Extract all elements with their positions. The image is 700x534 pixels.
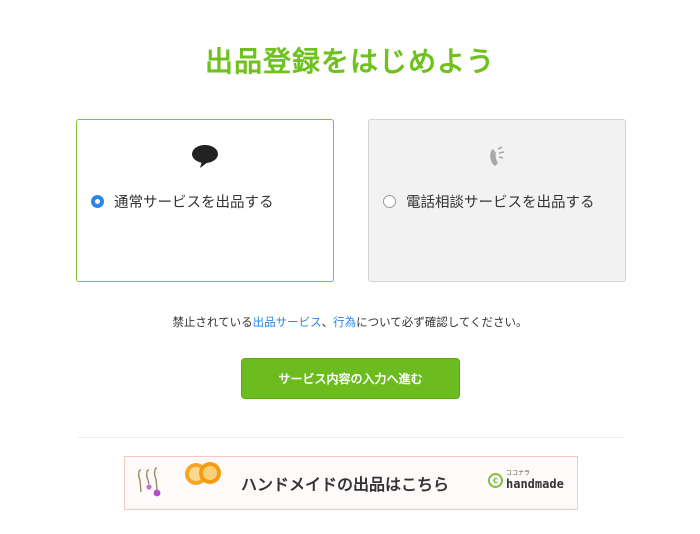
normal-service-radio[interactable] xyxy=(91,195,104,208)
coconala-logo-mark: c xyxy=(488,473,503,488)
phone-icon xyxy=(369,144,625,170)
phone-service-option[interactable]: 電話相談サービスを出品する xyxy=(368,119,626,282)
phone-service-radio[interactable] xyxy=(383,195,396,208)
page-title: 出品登録をはじめよう xyxy=(204,45,495,78)
speech-bubble-icon xyxy=(77,144,333,170)
logo-word: handmade xyxy=(506,477,564,491)
notice-prefix: 禁止されている xyxy=(172,315,253,329)
proceed-button[interactable]: サービス内容の入力へ進む xyxy=(241,358,460,399)
notice-separator: 、 xyxy=(321,315,334,329)
phone-service-label: 電話相談サービスを出品する xyxy=(406,195,595,211)
prohibited-services-link[interactable]: 出品サービス xyxy=(253,315,322,329)
divider xyxy=(78,437,624,438)
orange-icon xyxy=(183,460,223,488)
normal-service-label: 通常サービスを出品する xyxy=(114,195,274,211)
prohibited-acts-link[interactable]: 行為 xyxy=(333,315,356,329)
notice-suffix: について必ず確認してください。 xyxy=(356,315,528,329)
earring-icon xyxy=(135,466,175,502)
prohibited-notice: 禁止されている出品サービス、行為について必ず確認してください。 xyxy=(0,314,700,330)
normal-service-option[interactable]: 通常サービスを出品する xyxy=(76,119,334,282)
handmade-banner[interactable]: ハンドメイドの出品はこちら c ココナラ handmade xyxy=(124,456,578,510)
coconala-handmade-logo: c ココナラ handmade xyxy=(488,471,564,490)
handmade-banner-text: ハンドメイドの出品はこちら xyxy=(241,475,450,494)
